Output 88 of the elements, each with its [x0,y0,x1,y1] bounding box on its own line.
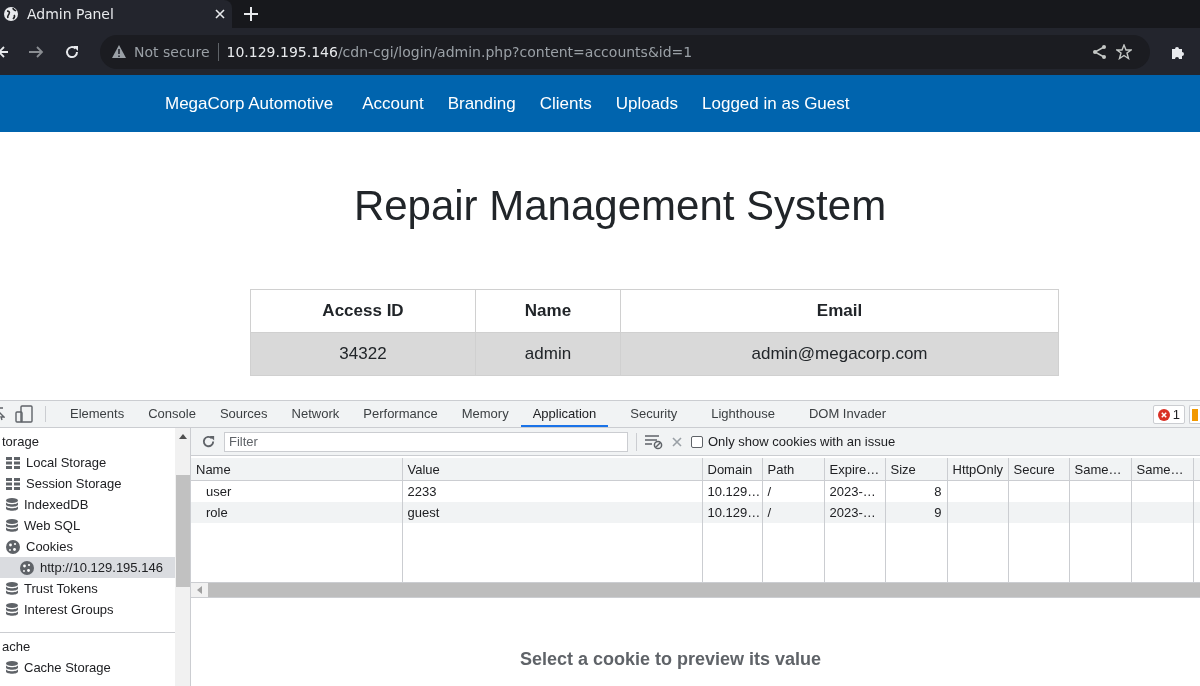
url-text: 10.129.195.146/cdn-cgi/login/admin.php?content=accounts&id=1 [226,43,693,60]
column-header[interactable]: HttpOnly [947,458,1008,481]
section-title: torage [1,433,39,451]
devtools-tab[interactable]: Console [136,401,208,427]
database-icon [6,497,18,512]
table-cell: 34322 [250,332,476,376]
devtools-tab[interactable]: Memory [449,401,521,427]
brand-link[interactable]: MegaCorp Automotive [165,93,334,114]
table-cell: / [767,505,772,520]
database-icon [6,602,18,617]
devtools-tab[interactable]: Performance [351,401,450,427]
sidebar-item[interactable]: Web SQL [0,515,175,536]
devtools-tab[interactable]: Security [618,401,690,427]
table-cell: 10.129… [707,505,761,520]
star-icon[interactable] [1116,43,1132,60]
column-header[interactable]: Domain [702,458,762,481]
address-bar[interactable]: Not secure 10.129.195.146/cdn-cgi/login/admin.php?content=accounts&id=1 [100,34,1150,69]
table-cell: / [767,484,772,499]
sidebar-item[interactable]: Interest Groups [0,599,175,620]
checkbox-label: Only show cookies with an issue [708,434,896,449]
column-header[interactable]: Expire… [824,458,885,481]
devtools-tab[interactable]: Lighthouse [699,401,787,427]
page-heading: Repair Management System [352,182,888,230]
error-icon [1157,408,1170,421]
column-header[interactable]: Size [885,458,947,481]
table-cell: user [206,484,232,499]
device-toolbar-icon[interactable] [15,405,33,423]
database-icon [6,660,18,675]
nav-link[interactable]: Logged in as Guest [702,93,850,114]
new-tab-icon[interactable] [244,7,258,21]
warning-icon [112,45,126,58]
section-title: ache [1,638,31,656]
table-cell: 2233 [407,484,437,499]
tab-title: Admin Panel [27,6,115,22]
database-icon [6,581,18,596]
checkbox[interactable] [691,435,703,448]
table-cell: 9 [934,505,942,520]
table-cell: admin@megacorp.com [620,332,1059,376]
sidebar-item[interactable]: IndexedDB [0,494,175,515]
column-header[interactable]: Same… [1131,458,1193,481]
column-header[interactable]: Path [762,458,824,481]
table-cell: 2023-… [829,484,876,499]
sidebar-item[interactable]: Local Storage [0,452,175,473]
horizontal-scrollbar[interactable] [191,582,1200,598]
table-cell: 8 [934,484,942,499]
table-cell: 10.129… [707,484,761,499]
cookie-icon [20,560,34,575]
column-header: Access ID [250,289,476,333]
devtools-tab[interactable]: Network [279,401,352,427]
devtools-tab[interactable]: DOM Invader [796,401,899,427]
preview-message: Select a cookie to preview its value [519,649,822,670]
security-label: Not secure [134,43,210,60]
column-header[interactable]: Name [191,458,402,481]
error-count-badge[interactable]: 1 [1152,405,1185,424]
column-header[interactable]: Value [402,458,702,481]
refresh-icon[interactable] [201,434,216,449]
table-cell: guest [407,505,440,520]
forward-arrow-icon[interactable] [28,44,44,59]
scrollbar[interactable] [175,428,191,686]
nav-link[interactable]: Branding [447,93,516,114]
browser-tab[interactable]: Admin Panel [0,0,232,28]
devtools-tab[interactable]: Elements [58,401,137,427]
sidebar-item[interactable]: Session Storage [0,473,175,494]
globe-icon [3,6,19,22]
grid-icon [6,477,20,490]
sidebar-item[interactable]: Cookies [0,536,175,557]
column-header: Email [620,289,1059,333]
reload-icon[interactable] [64,43,80,60]
share-icon[interactable] [1092,43,1108,60]
column-header[interactable]: Secure [1008,458,1069,481]
grid-icon [6,456,20,469]
cookie-icon [6,539,20,554]
nav-link[interactable]: Account [362,93,424,114]
filter-field[interactable]: Filter [224,431,628,452]
nav-link[interactable]: Uploads [615,93,679,114]
table-cell: role [206,505,228,520]
sidebar-item[interactable]: Cache Storage [0,657,175,678]
table-cell: admin [475,332,621,376]
sidebar-item[interactable]: http://10.129.195.146 [0,557,175,578]
clear-filters-icon[interactable] [645,433,663,450]
column-header: Name [475,289,621,333]
database-icon [6,518,18,533]
devtools-tab[interactable]: Sources [207,401,280,427]
column-header[interactable]: Same… [1069,458,1131,481]
back-arrow-icon[interactable] [0,44,8,59]
nav-link[interactable]: Clients [539,93,592,114]
sidebar-item[interactable]: Trust Tokens [0,578,175,599]
table-cell: 2023-… [829,505,876,520]
